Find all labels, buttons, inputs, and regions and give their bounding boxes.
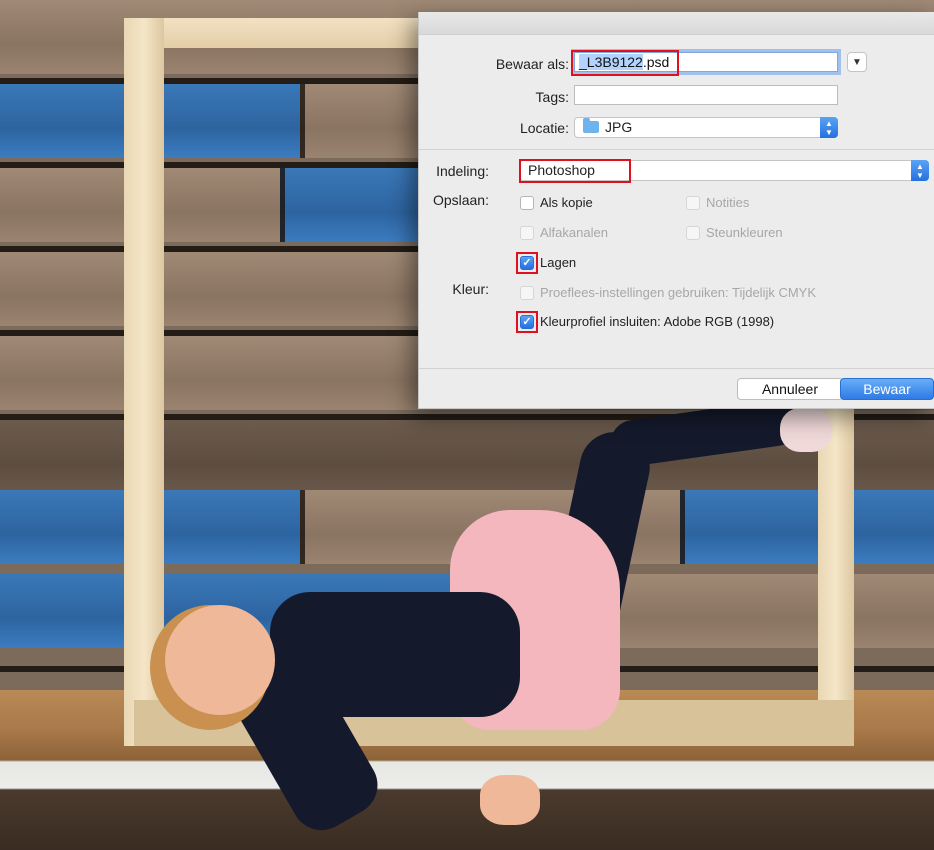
notes-option: Notities	[686, 195, 749, 210]
cancel-button[interactable]: Annuleer	[737, 378, 843, 400]
divider	[419, 368, 934, 369]
as-copy-checkbox[interactable]	[520, 195, 534, 210]
location-label: Locatie:	[519, 120, 569, 136]
plank-seam	[300, 84, 305, 158]
save-as-label: Bewaar als:	[495, 56, 569, 72]
child-hand	[480, 775, 540, 825]
frame-top	[124, 18, 424, 48]
highlight-format	[519, 159, 631, 183]
alpha-channels-option: Alfakanalen	[520, 225, 608, 240]
as-copy-label: Als kopie	[540, 195, 593, 210]
highlight-filename	[571, 50, 679, 76]
divider	[419, 149, 934, 150]
proof-setup-option: Proeflees-instellingen gebruiken: Tijdel…	[520, 285, 816, 300]
plank	[680, 490, 934, 564]
save-dialog: Bewaar als: _L3B9122.psd ▼ Tags: Locatie…	[418, 12, 934, 409]
plank-seam	[280, 168, 285, 242]
alpha-channels-checkbox	[520, 225, 534, 240]
tags-field[interactable]	[574, 85, 838, 105]
location-value: JPG	[605, 119, 633, 135]
highlight-embed-profile	[516, 311, 538, 333]
spot-colors-option: Steunkleuren	[686, 225, 783, 240]
highlight-layers	[516, 252, 538, 274]
location-popup[interactable]: JPG ▲ ▼	[574, 117, 838, 138]
child-sock	[780, 408, 832, 452]
color-label: Kleur:	[452, 281, 489, 297]
dialog-titlebar	[419, 12, 934, 35]
child-face	[165, 605, 275, 715]
tags-label: Tags:	[535, 89, 569, 105]
format-label: Indeling:	[436, 163, 489, 179]
notes-checkbox	[686, 195, 700, 210]
notes-label: Notities	[706, 195, 750, 210]
embed-profile-option[interactable]: ✓ Kleurprofiel insluiten: Adobe RGB (199…	[520, 314, 774, 329]
popup-arrows-icon: ▲ ▼	[911, 160, 929, 181]
proof-setup-label: Proeflees-instellingen gebruiken: Tijdel…	[540, 285, 817, 300]
folder-icon	[583, 118, 599, 133]
plank-seam	[300, 490, 305, 564]
chevron-down-icon: ▼	[852, 56, 862, 68]
expand-dialog-button[interactable]: ▼	[847, 52, 867, 72]
frame-right	[818, 405, 854, 745]
layers-label: Lagen	[540, 255, 577, 270]
proof-setup-checkbox	[520, 285, 534, 300]
popup-arrows-icon: ▲ ▼	[820, 117, 838, 138]
spot-colors-label: Steunkleuren	[706, 225, 783, 240]
spot-colors-checkbox	[686, 225, 700, 240]
plank-seam	[680, 490, 685, 564]
embed-profile-label: Kleurprofiel insluiten: Adobe RGB (1998)	[540, 314, 775, 329]
alpha-channels-label: Alfakanalen	[540, 225, 608, 240]
save-options-label: Opslaan:	[432, 192, 489, 208]
as-copy-option[interactable]: Als kopie	[520, 195, 593, 210]
save-button[interactable]: Bewaar	[840, 378, 934, 400]
